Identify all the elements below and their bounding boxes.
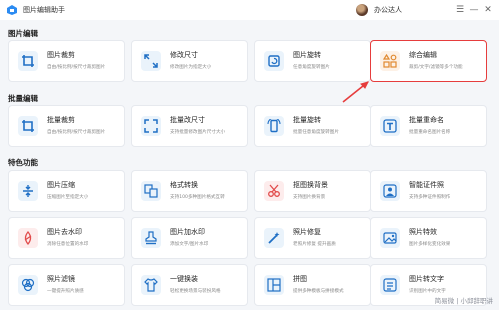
watermark-text: 简易微 | 小邱辞职讲 [434,297,493,305]
eraser-icon [18,228,38,248]
compress-icon [18,181,38,201]
card-batch-rotate[interactable]: 批量旋转 批量任意角度旋转图片 [254,105,371,147]
card-desc: 图片多样化变化效果 [409,242,451,247]
card-desc: 批量任意角度旋转图片 [293,130,339,135]
card-title: 批量改尺寸 [170,116,205,124]
image-effect-icon [380,228,400,248]
cutout-icon [264,181,284,201]
card-title: 批量裁剪 [47,116,75,124]
card-title: 图片去水印 [47,228,82,236]
crop-icon [18,116,38,136]
card-desc: 消除任意位置的水印 [47,242,89,247]
resize-icon [141,116,161,136]
card-title: 抠图换背景 [293,181,328,189]
card-title: 照片滤镜 [47,275,75,283]
card-cutout[interactable]: 抠图换背景 支持图片换背景 [254,170,371,212]
card-desc: 识别图片中的文字 [409,289,446,294]
card-desc: 轻松更换场景与装扮风格 [170,289,221,294]
card-desc: 支持批量修改图片尺寸大小 [170,130,226,135]
section-title-special: 特色功能 [8,158,38,167]
convert-icon [141,181,161,201]
filter-icon [18,275,38,295]
section-title-batch: 批量编辑 [8,94,38,103]
card-title: 一键换装 [170,275,198,283]
card-batch-resize[interactable]: 批量改尺寸 支持批量修改图片尺寸大小 [131,105,248,147]
card-photo-restore[interactable]: 照片修复 老照片修复 提升画质 [254,217,371,259]
card-compress[interactable]: 图片压缩 压缩图片至指定大小 [8,170,125,212]
clothes-icon [141,275,161,295]
card-title: 图片压缩 [47,181,75,189]
id-photo-icon [380,181,400,201]
card-batch-crop[interactable]: 批量裁剪 自由/按比例/按尺寸裁剪图片 [8,105,125,147]
card-desc: 支持多种证件照制作 [409,195,451,200]
card-outfit-change[interactable]: 一键换装 轻松更换场景与装扮风格 [131,264,248,306]
card-format-convert[interactable]: 格式转换 支持100多种图片格式互转 [131,170,248,212]
ocr-icon [380,275,400,295]
card-title: 照片特效 [409,228,437,236]
card-desc: 自由/按比例/按尺寸裁剪图片 [47,130,106,135]
card-photo-effects[interactable]: 照片特效 图片多样化变化效果 [370,217,487,259]
card-title: 照片修复 [293,228,321,236]
card-batch-rename[interactable]: 批量重命名 批量重命名图片名称 [370,105,487,147]
card-title: 批量重命名 [409,116,444,124]
card-title: 格式转换 [170,181,198,189]
collage-icon [264,275,284,295]
card-title: 图片加水印 [170,228,205,236]
card-desc: 添加文字/图片水印 [170,242,209,247]
rotate-icon [264,116,284,136]
card-photo-filter[interactable]: 照片滤镜 一键提升照片质感 [8,264,125,306]
card-add-watermark[interactable]: 图片加水印 添加文字/图片水印 [131,217,248,259]
card-desc: 提供多种模板与拼接模式 [293,289,344,294]
stamp-icon [141,228,161,248]
card-desc: 支持图片换背景 [293,195,326,200]
card-title: 批量旋转 [293,116,321,124]
card-desc: 一键提升照片质感 [47,289,84,294]
card-title: 拼图 [293,275,307,283]
card-desc: 支持100多种图片格式互转 [170,195,225,200]
card-id-photo[interactable]: 智能证件照 支持多种证件照制作 [370,170,487,212]
card-remove-watermark[interactable]: 图片去水印 消除任意位置的水印 [8,217,125,259]
card-collage[interactable]: 拼图 提供多种模板与拼接模式 [254,264,371,306]
card-desc: 压缩图片至指定大小 [47,195,89,200]
card-desc: 老照片修复 提升画质 [293,242,336,247]
card-title: 智能证件照 [409,181,444,189]
text-t-icon [380,116,400,136]
card-title: 图片转文字 [409,275,444,283]
card-desc: 批量重命名图片名称 [409,130,451,135]
magic-wand-icon [264,228,284,248]
